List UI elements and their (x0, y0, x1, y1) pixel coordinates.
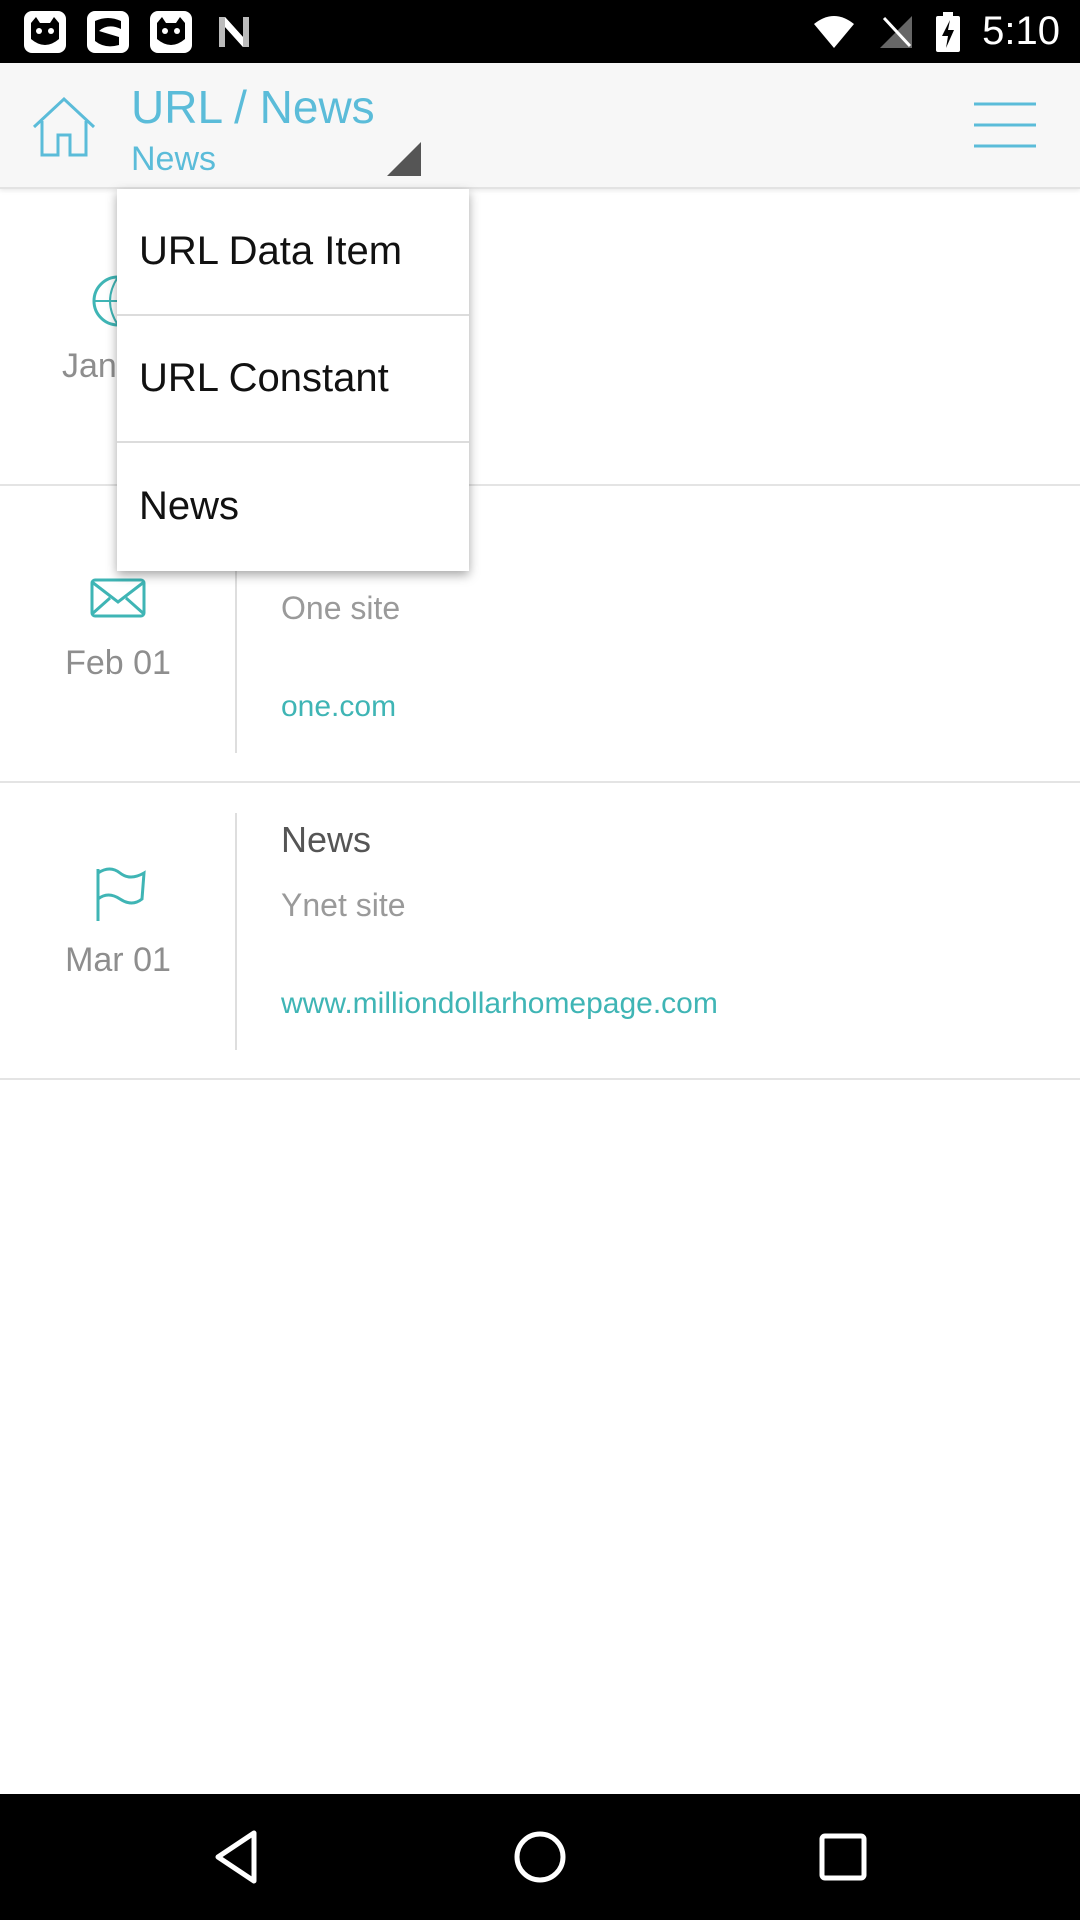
wifi-icon (814, 15, 855, 48)
list-item[interactable]: Mar 01 News Ynet site www.milliondollarh… (0, 783, 1080, 1080)
page-subtitle: News (131, 140, 217, 178)
back-icon[interactable] (208, 1827, 268, 1887)
app-bar: URL / News News (0, 63, 1080, 189)
item-description: One site (281, 590, 401, 626)
no-signal-icon (880, 15, 913, 48)
navigation-bar (0, 1794, 1080, 1920)
title-block[interactable]: URL / News News (131, 77, 375, 181)
system-icons: 5:10 (812, 0, 1060, 63)
dropdown-menu: URL Data Item URL Constant News (117, 189, 469, 571)
item-description: Ynet site (281, 887, 406, 923)
item-title: News (281, 819, 372, 860)
status-bar: 5:10 (0, 0, 1080, 63)
clock: 5:10 (982, 9, 1060, 53)
home-icon[interactable] (28, 91, 100, 163)
item-date: Mar 01 (65, 941, 171, 979)
item-left-column: Mar 01 (0, 783, 236, 1078)
menu-option-news[interactable]: News (117, 443, 469, 570)
screen: 5:10 URL / News News Jan Feb 01 One site… (0, 0, 1080, 1920)
hamburger-menu-icon[interactable] (972, 100, 1038, 150)
item-divider (235, 813, 237, 1050)
item-link[interactable]: www.milliondollarhomepage.com (281, 987, 718, 1021)
cat-face-icon (24, 11, 66, 53)
item-link[interactable]: one.com (281, 690, 396, 724)
menu-option-url-data-item[interactable]: URL Data Item (117, 189, 469, 316)
cat-face-icon (87, 11, 129, 53)
dropdown-triangle-icon[interactable] (387, 142, 421, 176)
flag-icon (96, 867, 146, 921)
notification-icons (22, 9, 257, 55)
page-title: URL / News (131, 81, 375, 133)
menu-option-url-constant[interactable]: URL Constant (117, 316, 469, 443)
battery-charging-icon (936, 11, 961, 52)
n-logo-icon (219, 17, 249, 47)
recents-icon[interactable] (813, 1827, 873, 1887)
cat-face-icon (150, 11, 192, 53)
item-date: Feb 01 (65, 644, 171, 682)
home-circle-icon[interactable] (510, 1827, 570, 1887)
envelope-icon (90, 578, 146, 618)
